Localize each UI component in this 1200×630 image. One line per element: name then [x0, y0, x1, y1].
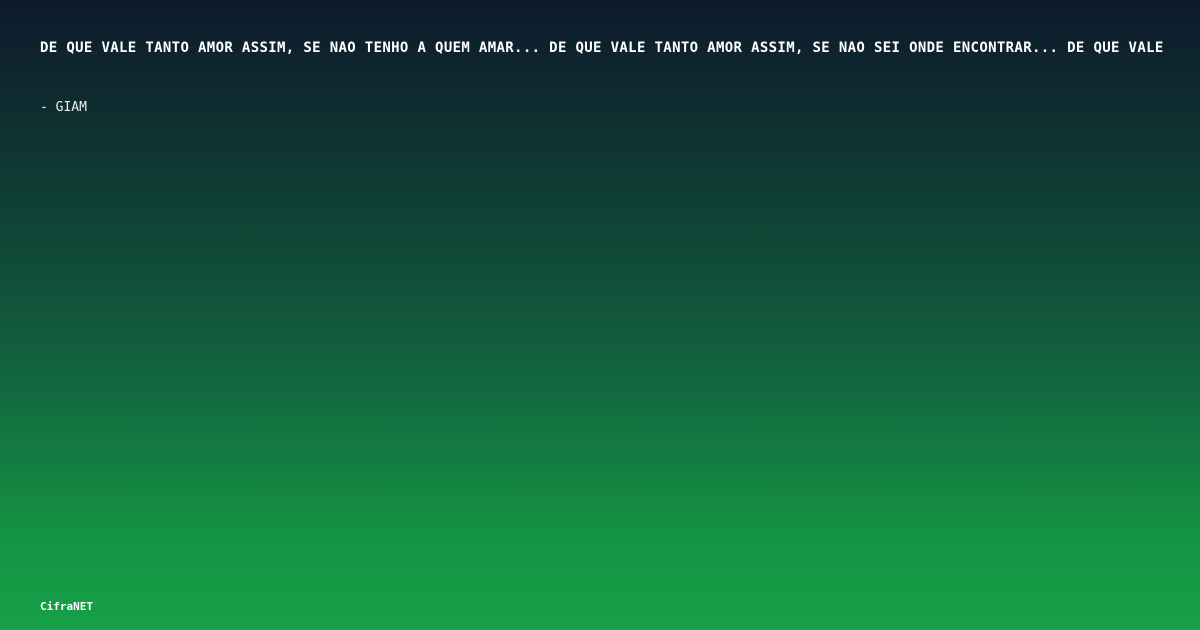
brand-logo: CifraNET — [40, 600, 93, 613]
lyric-quote: DE QUE VALE TANTO AMOR ASSIM, SE NAO TEN… — [40, 40, 1164, 56]
quote-author: - GIAM — [40, 100, 87, 115]
